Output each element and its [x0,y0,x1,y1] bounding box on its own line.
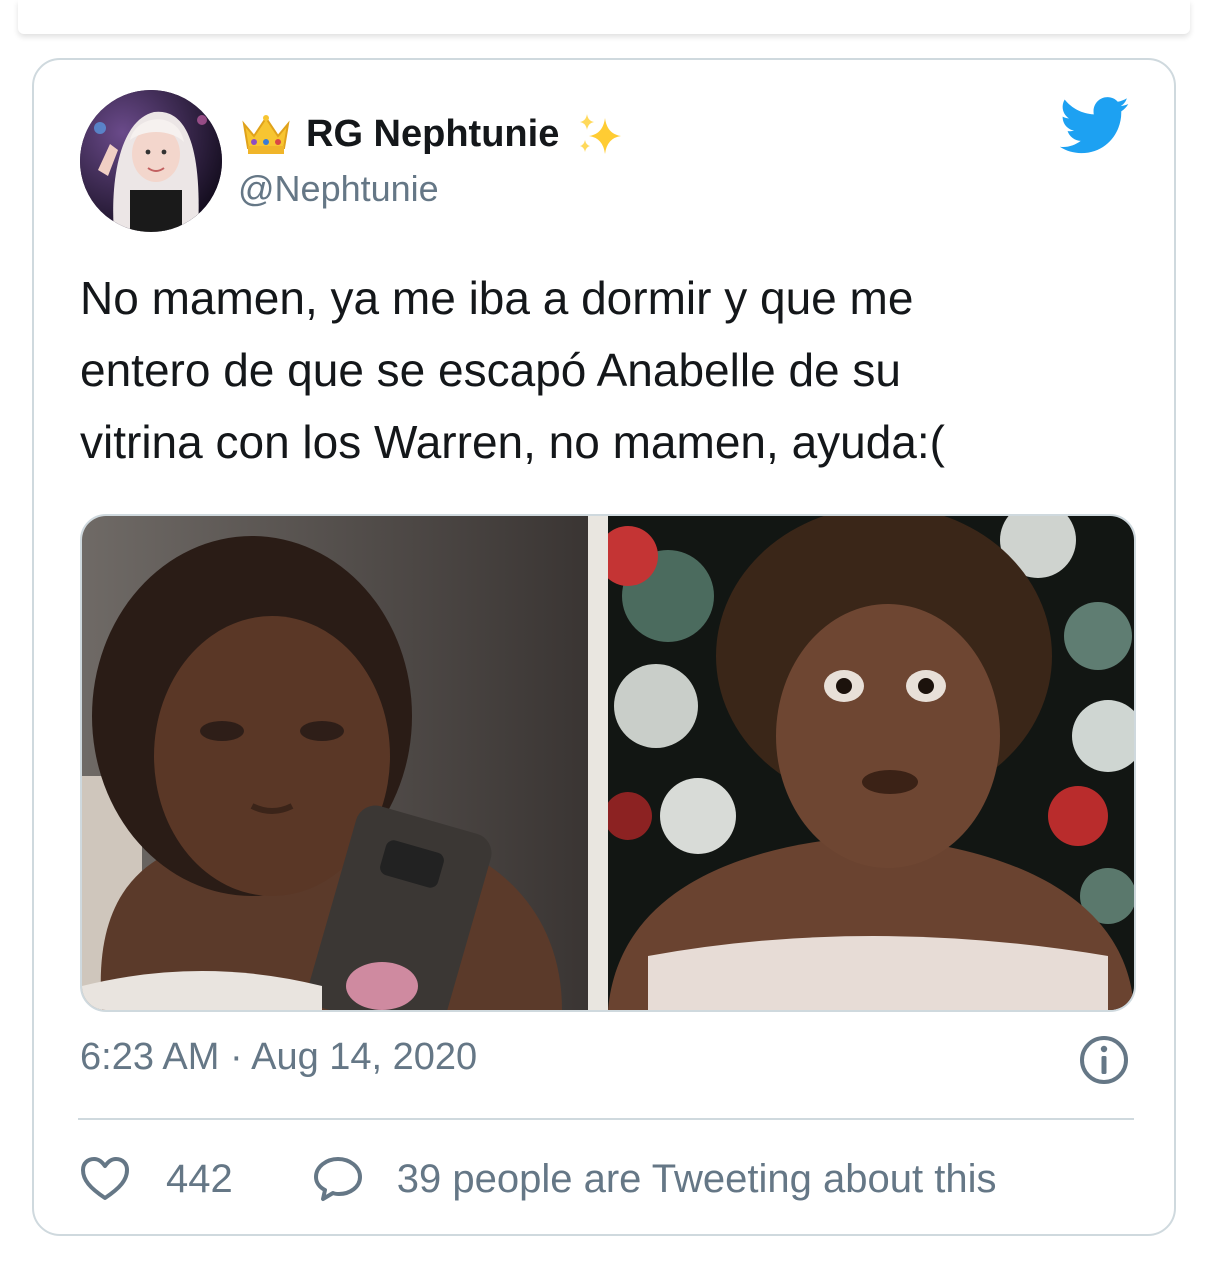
tweeting-about-link[interactable]: 39 people are Tweeting about this [397,1157,997,1202]
photo-left[interactable] [82,516,588,1010]
media-divider [588,516,608,1010]
info-icon[interactable] [1078,1034,1130,1086]
engagement-bar: 442 39 people are Tweeting about this [80,1154,996,1204]
photo-right[interactable] [608,516,1134,1010]
tweet-text: No mamen, ya me iba a dormir y que me en… [80,272,945,468]
twitter-bird-icon[interactable] [1060,96,1130,156]
like-count[interactable]: 442 [166,1157,233,1202]
avatar[interactable] [80,90,222,232]
previous-card-edge [18,0,1190,34]
display-name[interactable]: RG Nephtunie [306,113,559,156]
crown-icon [242,115,290,154]
tweet-timestamp[interactable]: 6:23 AM · Aug 14, 2020 [80,1036,477,1079]
speech-bubble-icon[interactable] [313,1156,363,1202]
heart-icon[interactable] [80,1156,130,1202]
user-handle[interactable]: @Nephtunie [238,168,439,210]
name-row[interactable]: RG Nephtunie [240,108,627,160]
divider-line [78,1118,1134,1120]
sparkles-icon [580,114,622,154]
media-grid[interactable] [80,514,1136,1012]
tweet-card[interactable]: RG Nephtunie @Nephtunie No mamen, ya me … [32,58,1176,1236]
